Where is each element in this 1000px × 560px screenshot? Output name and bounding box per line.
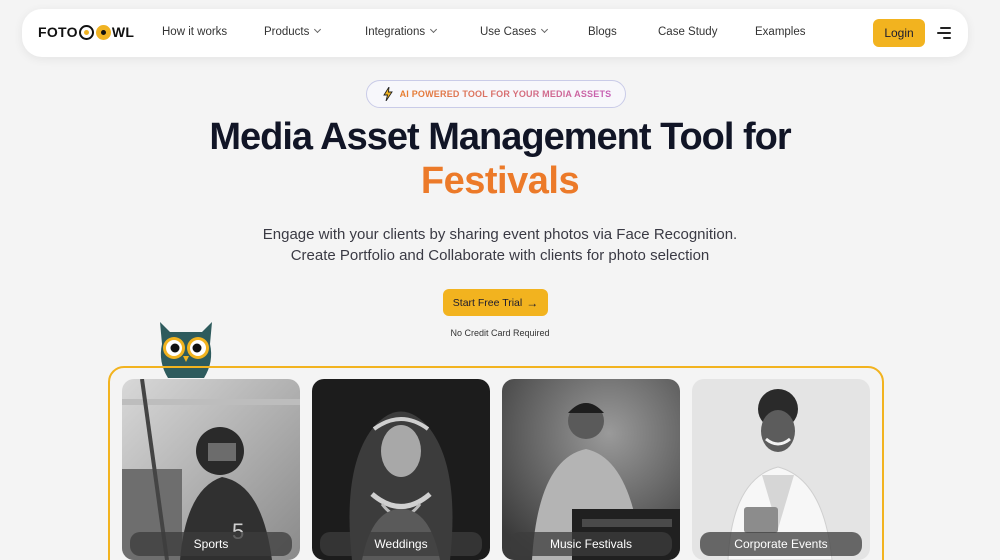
card-label: Music Festivals [549,537,632,551]
owl-eye-icon [95,24,111,40]
card-corporate-events[interactable]: Corporate Events [692,379,870,560]
card-label-pill: Weddings [320,532,482,556]
nav-how-it-works[interactable]: How it works [162,26,227,38]
hero-title: Media Asset Management Tool for [209,116,791,158]
ai-powered-badge: AI POWERED TOOL FOR YOUR MEDIA ASSETS [366,80,626,108]
nav-case-study[interactable]: Case Study [658,26,717,38]
login-button[interactable]: Login [873,19,925,47]
nav-label: Case Study [658,26,718,38]
nav-label: Products [264,26,310,38]
nav-blogs[interactable]: Blogs [588,26,617,38]
logo-text-wl: WL [111,24,135,40]
card-label-pill: Sports [130,532,292,556]
start-free-trial-button[interactable]: Start Free Trial → [443,289,548,316]
card-label-pill: Corporate Events [700,532,862,556]
subtitle-line: Create Portfolio and Collaborate with cl… [290,247,710,264]
login-label: Login [884,26,914,40]
subtitle-line: Engage with your clients by sharing even… [262,226,738,243]
logo-text-foto: FOTO [38,24,78,40]
card-label: Weddings [374,537,428,551]
chevron-down-icon [314,25,322,34]
hero-title-highlight: Festivals [420,160,580,202]
nav-label: Use Cases [480,26,537,38]
hero-subtitle: Engage with your clients by sharing even… [0,224,1000,266]
hamburger-menu-icon[interactable] [937,27,951,39]
card-music-festivals[interactable]: Music Festivals [502,379,680,560]
card-label: Corporate Events [734,537,828,551]
nav-label: Examples [755,26,806,38]
nav-integrations[interactable]: Integrations [365,25,438,38]
fotoowl-logo[interactable]: FOTO WL [38,24,134,40]
owl-eye-icon [78,24,94,40]
card-label: Sports [193,537,229,551]
nav-label: How it works [162,26,228,38]
sparkle-bolt-icon [381,86,395,102]
arrow-right-icon: → [526,295,539,310]
nav-products[interactable]: Products [264,25,322,38]
nav-use-cases[interactable]: Use Cases [480,25,549,38]
badge-text: AI POWERED TOOL FOR YOUR MEDIA ASSETS [399,89,612,99]
cta-label: Start Free Trial [452,296,523,309]
card-sports[interactable]: 5 Sports [122,379,300,560]
card-label-pill: Music Festivals [510,532,672,556]
no-credit-card-note: No Credit Card Required [450,328,550,338]
nav-label: Blogs [588,26,617,38]
chevron-down-icon [430,25,438,34]
nav-label: Integrations [365,26,426,38]
chevron-down-icon [541,25,549,34]
nav-examples[interactable]: Examples [755,26,806,38]
card-weddings[interactable]: Weddings [312,379,490,560]
top-navbar: FOTO WL How it works Products Integratio… [22,9,968,57]
